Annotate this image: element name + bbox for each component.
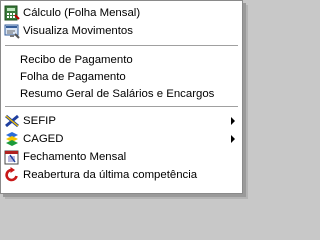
submenu-arrow-icon bbox=[231, 135, 235, 143]
menu-item-label: Folha de Pagamento bbox=[20, 71, 126, 83]
caged-icon bbox=[4, 131, 20, 147]
calculation-sheet-icon bbox=[4, 5, 20, 21]
menu-item-label: Resumo Geral de Salários e Encargos bbox=[20, 88, 215, 100]
reopen-icon bbox=[4, 167, 20, 183]
menu-item-label: Cálculo (Folha Mensal) bbox=[23, 7, 141, 19]
sefip-icon bbox=[4, 113, 20, 129]
menu-item-fechamento-mensal[interactable]: Fechamento Mensal bbox=[2, 148, 241, 166]
menu-item-reabertura[interactable]: Reabertura da última competência bbox=[2, 166, 241, 184]
menu-separator bbox=[5, 45, 238, 47]
submenu-arrow-icon bbox=[231, 117, 235, 125]
context-menu: Cálculo (Folha Mensal) Visualiza Movimen… bbox=[0, 0, 243, 194]
menu-item-sefip[interactable]: SEFIP bbox=[2, 112, 241, 130]
menu-item-recibo-pagamento[interactable]: Recibo de Pagamento bbox=[2, 51, 241, 69]
menu-separator bbox=[5, 106, 238, 108]
menu-item-label: Recibo de Pagamento bbox=[20, 54, 133, 66]
menu-item-calculo[interactable]: Cálculo (Folha Mensal) bbox=[2, 4, 241, 22]
menu-item-label: CAGED bbox=[23, 133, 64, 145]
view-movements-icon bbox=[4, 23, 20, 39]
menu-item-resumo-geral[interactable]: Resumo Geral de Salários e Encargos bbox=[2, 85, 241, 103]
monthly-closing-icon bbox=[4, 149, 20, 165]
menu-item-label: Reabertura da última competência bbox=[23, 169, 198, 181]
menu-item-caged[interactable]: CAGED bbox=[2, 130, 241, 148]
menu-item-label: Visualiza Movimentos bbox=[23, 25, 133, 37]
menu-item-folha-pagamento[interactable]: Folha de Pagamento bbox=[2, 68, 241, 86]
menu-item-label: Fechamento Mensal bbox=[23, 151, 127, 163]
menu-item-label: SEFIP bbox=[23, 115, 56, 127]
menu-item-visualiza-movimentos[interactable]: Visualiza Movimentos bbox=[2, 22, 241, 40]
